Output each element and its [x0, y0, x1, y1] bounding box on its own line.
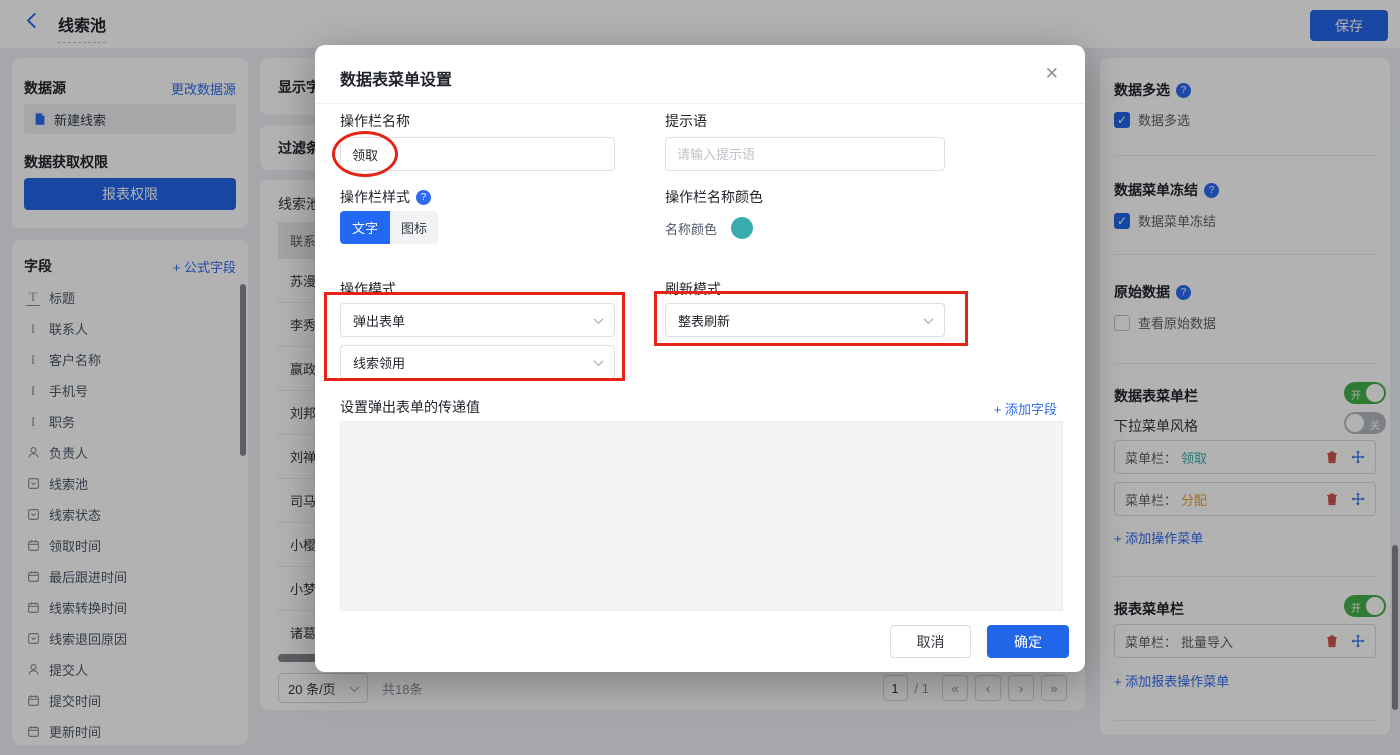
action-name-label: 操作栏名称 [340, 113, 410, 129]
divider [315, 103, 1085, 104]
table-menu-settings-modal: 数据表菜单设置 ✕ 操作栏名称 提示语 操作栏样式 ? 文字 图标 操作栏名称颜… [315, 45, 1085, 672]
color-row-label: 名称颜色 [665, 221, 718, 237]
style-option-text[interactable]: 文字 [340, 211, 390, 244]
action-style-label: 操作栏样式 ? [340, 187, 431, 207]
tip-label: 提示语 [665, 113, 707, 129]
confirm-button[interactable]: 确定 [987, 625, 1069, 658]
name-color-label: 操作栏名称颜色 [665, 189, 763, 205]
refresh-mode-label: 刷新模式 [665, 281, 721, 297]
operation-mode-label: 操作模式 [340, 281, 396, 297]
style-segmented-control: 文字 图标 [340, 211, 438, 244]
add-field-link[interactable]: + 添加字段 [994, 399, 1057, 418]
transfer-value-area[interactable] [340, 421, 1063, 611]
refresh-mode-select[interactable]: 整表刷新 [665, 303, 945, 337]
help-icon[interactable]: ? [416, 189, 431, 205]
operation-target-select[interactable]: 线索领用 [340, 345, 615, 379]
action-name-input[interactable] [340, 137, 615, 171]
tip-input[interactable] [665, 137, 945, 171]
chevron-down-icon [593, 355, 604, 366]
cancel-button[interactable]: 取消 [890, 625, 971, 658]
transfer-value-label: 设置弹出表单的传递值 [340, 399, 480, 415]
modal-title: 数据表菜单设置 [340, 72, 453, 89]
chevron-down-icon [593, 313, 604, 324]
color-swatch[interactable] [731, 217, 754, 239]
close-icon[interactable]: ✕ [1045, 64, 1059, 84]
style-option-icon[interactable]: 图标 [390, 211, 438, 244]
chevron-down-icon [923, 313, 934, 324]
operation-mode-select[interactable]: 弹出表单 [340, 303, 615, 337]
